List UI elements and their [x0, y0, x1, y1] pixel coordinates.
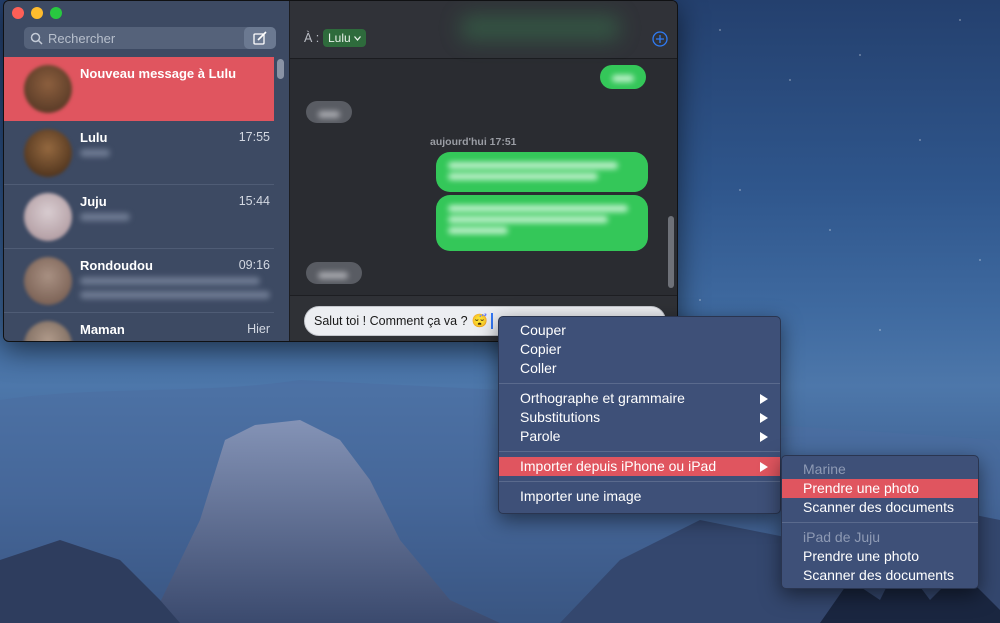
sidebar-scrollbar[interactable] — [277, 59, 284, 79]
message-bubble-sent — [436, 195, 648, 251]
conversation-name: Lulu — [80, 130, 108, 145]
submenu-arrow-icon — [760, 432, 768, 442]
conversation-name: Nouveau message à Lulu — [80, 66, 237, 81]
avatar — [24, 321, 72, 341]
conversation-item[interactable]: Juju 15:44 — [4, 185, 274, 249]
menu-item-scan-documents[interactable]: Scanner des documents — [782, 498, 978, 517]
traffic-lights — [12, 7, 62, 19]
conversation-time: Hier — [247, 322, 270, 336]
conversation-time: 09:16 — [238, 258, 270, 272]
conversation-item[interactable]: Rondoudou 09:16 — [4, 249, 274, 313]
sidebar: Nouveau message à Lulu Lulu 17:55 Juju 1… — [4, 1, 289, 341]
import-submenu: Marine Prendre une photo Scanner des doc… — [781, 455, 979, 589]
device-header: Marine — [803, 461, 846, 477]
menu-item-take-photo[interactable]: Prendre une photo — [782, 479, 978, 498]
message-text: Salut toi ! Comment ça va ? — [314, 314, 468, 328]
menu-item-substitutions[interactable]: Substitutions — [499, 408, 780, 427]
menu-item-label: Substitutions — [520, 409, 601, 425]
conversation-pane: À : Lulu aujourd'hui 17:51 Salut toi ! C… — [289, 1, 677, 341]
search-icon — [30, 32, 43, 45]
menu-item-spelling-grammar[interactable]: Orthographe et grammaire — [499, 389, 780, 408]
maximize-window-button[interactable] — [50, 7, 62, 19]
menu-separator — [782, 522, 978, 523]
menu-item-take-photo[interactable]: Prendre une photo — [782, 547, 978, 566]
conversation-preview-blurred — [80, 213, 268, 241]
compose-button[interactable] — [244, 27, 276, 49]
minimize-window-button[interactable] — [31, 7, 43, 19]
avatar — [24, 257, 72, 305]
recipient-chip[interactable]: Lulu — [323, 29, 366, 47]
menu-item-copy[interactable]: Copier — [499, 340, 780, 359]
message-bubble-received — [306, 262, 362, 284]
avatar — [24, 65, 72, 113]
text-cursor — [490, 313, 493, 329]
avatar — [24, 193, 72, 241]
search-input[interactable] — [48, 30, 248, 46]
conversation-name: Juju — [80, 194, 107, 209]
submenu-arrow-icon — [760, 394, 768, 404]
menu-item-label: Parole — [520, 428, 561, 444]
device-header: iPad de Juju — [803, 529, 881, 545]
conversation-list: Nouveau message à Lulu Lulu 17:55 Juju 1… — [4, 57, 274, 341]
menu-item-label: Importer depuis iPhone ou iPad — [520, 458, 717, 474]
conversation-name: Rondoudou — [80, 258, 153, 273]
message-bubble-sent — [436, 152, 648, 192]
search-box[interactable] — [24, 27, 260, 49]
context-menu: Couper Copier Coller Orthographe et gram… — [498, 316, 781, 514]
conversation-name: Maman — [80, 322, 125, 337]
menu-separator — [499, 383, 780, 384]
menu-separator — [499, 481, 780, 482]
message-timestamp: aujourd'hui 17:51 — [430, 136, 517, 148]
message-bubble-received — [306, 101, 352, 123]
recipient-name: Lulu — [328, 31, 351, 45]
add-circle-icon[interactable] — [652, 31, 668, 47]
menu-separator — [499, 451, 780, 452]
conversation-header: À : Lulu — [290, 1, 677, 59]
chevron-down-icon — [353, 35, 361, 41]
menu-item-paste[interactable]: Coller — [499, 359, 780, 378]
conversation-scrollbar[interactable] — [668, 216, 674, 288]
conversation-item[interactable]: Nouveau message à Lulu — [4, 57, 274, 121]
submenu-arrow-icon — [760, 413, 768, 423]
compose-icon — [253, 31, 267, 45]
blurred-message — [460, 15, 620, 41]
emoji: 😴 — [471, 313, 488, 328]
conversation-item[interactable]: Lulu 17:55 — [4, 121, 274, 185]
conversation-item[interactable]: Maman Hier — [4, 313, 274, 341]
menu-item-import-image[interactable]: Importer une image — [499, 487, 780, 506]
messages-window: Nouveau message à Lulu Lulu 17:55 Juju 1… — [3, 0, 678, 342]
conversation-time: 17:55 — [238, 130, 270, 144]
conversation-preview-blurred — [80, 277, 270, 305]
avatar — [24, 129, 72, 177]
to-label: À : — [304, 31, 320, 45]
menu-item-scan-documents[interactable]: Scanner des documents — [782, 566, 978, 585]
menu-item-import-from-iphone[interactable]: Importer depuis iPhone ou iPad — [499, 457, 780, 476]
conversation-time: 15:44 — [238, 194, 270, 208]
conversation-preview-blurred — [80, 149, 268, 177]
close-window-button[interactable] — [12, 7, 24, 19]
menu-item-label: Orthographe et grammaire — [520, 390, 685, 406]
submenu-arrow-icon — [760, 462, 768, 472]
message-bubble-sent — [600, 65, 646, 89]
menu-item-speech[interactable]: Parole — [499, 427, 780, 446]
menu-item-cut[interactable]: Couper — [499, 321, 780, 340]
